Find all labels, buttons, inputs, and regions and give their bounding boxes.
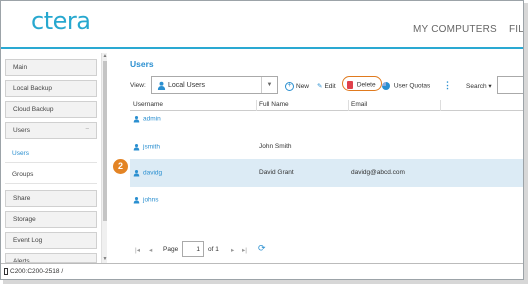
plus-circle-icon: + (285, 82, 294, 91)
sidebar-item-users[interactable]: Users (5, 146, 97, 163)
search-input[interactable] (497, 76, 523, 94)
user-icon (133, 116, 140, 123)
sidebar-scrollbar[interactable]: ▲ ▼ (101, 53, 107, 263)
app-window: ctera MY COMPUTERS FIL Main Local Backup… (0, 0, 524, 280)
view-select-value: Local Users (168, 82, 205, 89)
sidebar-item-share[interactable]: Share (5, 190, 97, 207)
scroll-down-arrow-icon[interactable]: ▼ (102, 256, 108, 263)
pencil-icon: ✎ (317, 83, 323, 90)
username-text: johns (143, 196, 159, 204)
sidebar-item-users-group[interactable]: Users – (5, 122, 97, 139)
new-button[interactable]: + New (285, 82, 309, 91)
delete-label: Delete (356, 81, 376, 89)
sidebar-item-cloud-backup[interactable]: Cloud Backup (5, 101, 97, 118)
user-quotas-label: User Quotas (393, 82, 431, 90)
username-cell[interactable]: johns (133, 196, 159, 204)
user-icon (133, 144, 140, 151)
pagination: |◂ ◂ Page 1 of 1 ▸ ▸| ⟳ (135, 241, 335, 259)
status-bar: C200:C200-2518 / (1, 263, 523, 279)
fullname-cell: David Grant (259, 169, 294, 176)
username-cell[interactable]: davidg (133, 169, 162, 177)
sidebar-item-event-log[interactable]: Event Log (5, 232, 97, 249)
search-dropdown[interactable]: Search ▾ (466, 82, 492, 90)
last-page-icon[interactable]: ▸| (242, 246, 247, 254)
window-shadow (3, 280, 528, 284)
window-shadow (524, 3, 528, 283)
page-title: Users (130, 59, 154, 69)
trash-icon (347, 81, 353, 89)
pie-chart-icon (382, 82, 390, 90)
nav-files[interactable]: FIL (509, 24, 523, 35)
page-number-input[interactable]: 1 (182, 241, 204, 257)
prev-page-icon[interactable]: ◂ (149, 246, 152, 254)
status-text: C200:C200-2518 / (4, 268, 63, 275)
users-toolbar: View: Local Users ▼ + New ✎ Edit Delete Us… (130, 75, 523, 95)
table-row[interactable]: admin (130, 105, 523, 133)
sidebar-item-local-backup[interactable]: Local Backup (5, 80, 97, 97)
ctera-logo: ctera (31, 7, 91, 35)
next-page-icon[interactable]: ▸ (231, 246, 234, 254)
table-row[interactable]: jsmith John Smith (130, 133, 523, 161)
refresh-icon[interactable]: ⟳ (258, 243, 266, 254)
top-header: ctera MY COMPUTERS FIL (1, 1, 523, 49)
fullname-cell: John Smith (259, 143, 292, 150)
view-select[interactable]: Local Users ▼ (151, 76, 278, 94)
user-icon (157, 81, 166, 90)
scroll-up-arrow-icon[interactable]: ▲ (102, 53, 108, 60)
status-label: C200:C200-2518 / (10, 268, 64, 276)
username-cell[interactable]: jsmith (133, 143, 160, 151)
username-text: jsmith (143, 143, 160, 151)
first-page-icon[interactable]: |◂ (135, 246, 140, 254)
user-icon (133, 170, 140, 177)
table-row-selected[interactable]: davidg David Grant davidg@abcd.com (130, 159, 523, 187)
view-label: View: (130, 82, 146, 89)
sidebar-item-label: Users (13, 127, 30, 134)
sidebar-item-groups[interactable]: Groups (5, 167, 97, 184)
edit-button[interactable]: ✎ Edit (317, 82, 336, 90)
more-menu-icon[interactable]: ⋮ (443, 80, 452, 91)
username-text: admin (143, 115, 161, 123)
sidebar-item-storage[interactable]: Storage (5, 211, 97, 228)
device-icon (4, 268, 8, 275)
step-callout-badge: 2 (113, 159, 128, 174)
header-divider (1, 47, 523, 49)
edit-label: Edit (324, 83, 336, 90)
sidebar: Main Local Backup Cloud Backup Users – U… (1, 53, 99, 263)
table-row[interactable]: johns (130, 186, 523, 214)
page-label: Page (163, 246, 179, 253)
chevron-down-icon[interactable]: ▼ (261, 77, 277, 93)
page-count-label: of 1 (208, 246, 219, 253)
email-cell: davidg@abcd.com (351, 169, 405, 176)
scrollbar-thumb[interactable] (103, 61, 107, 221)
username-text: davidg (143, 169, 163, 177)
collapse-icon: – (85, 126, 89, 132)
sidebar-item-alerts[interactable]: Alerts (5, 253, 97, 263)
username-cell[interactable]: admin (133, 115, 161, 123)
user-quotas-button[interactable]: User Quotas (382, 82, 430, 90)
main-panel: Users View: Local Users ▼ + New ✎ Edit Del… (125, 53, 523, 265)
sidebar-item-main[interactable]: Main (5, 59, 97, 76)
nav-my-computers[interactable]: MY COMPUTERS (413, 24, 497, 35)
user-icon (133, 197, 140, 204)
delete-button[interactable]: Delete (342, 76, 382, 91)
new-label: New (296, 83, 310, 91)
